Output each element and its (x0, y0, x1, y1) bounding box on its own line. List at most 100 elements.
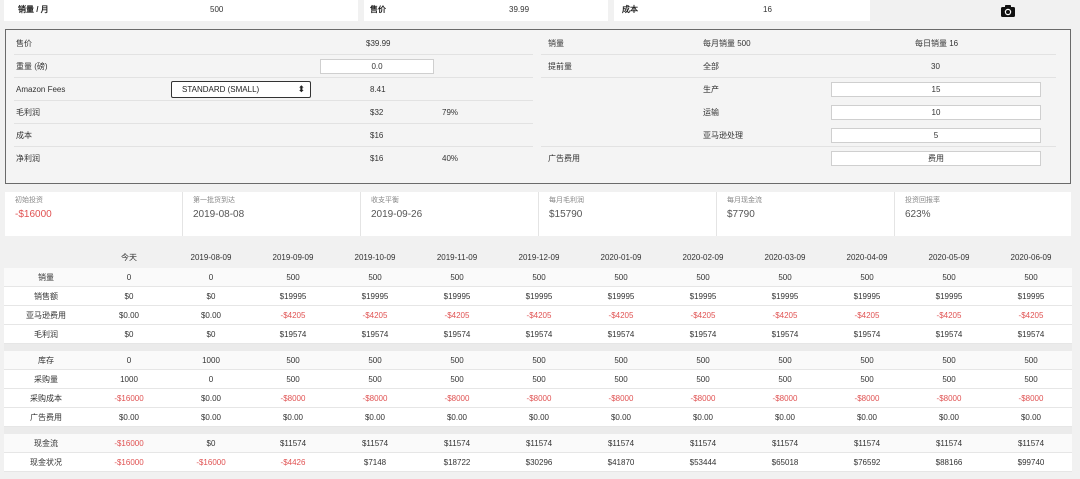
table-cell: 500 (450, 375, 464, 384)
row-price: 售价 $39.99 (14, 32, 533, 55)
row-ad-cost: 广告费用 费用 (541, 147, 1056, 170)
table-cell: -$8000 (690, 394, 716, 403)
cost-value: $16 (370, 131, 384, 140)
table-cell: $0.00 (282, 413, 304, 422)
header-date: 2020-04-09 (846, 253, 888, 262)
card-label: 每月现金流 (727, 197, 762, 204)
settings-panel: 售价 $39.99 重量 (磅) 0.0 Amazon Fees STANDAR… (5, 29, 1071, 184)
amazon-handling-input[interactable]: 5 (831, 128, 1041, 143)
table-cell: 500 (286, 356, 300, 365)
table-row: 库存 0 1000 500 500 500 500 500 500 500 500 500 500 (4, 351, 1072, 370)
shipping-input[interactable]: 10 (831, 105, 1041, 120)
production-input[interactable]: 15 (831, 82, 1041, 97)
table-row: 采购量 1000 0 500 500 500 500 500 500 500 500 500 500 (4, 370, 1072, 389)
header-date: 2020-03-09 (764, 253, 806, 262)
production-label: 生产 (703, 85, 719, 94)
cost-label: 成本 (622, 5, 638, 14)
table-cell: -$4426 (280, 458, 306, 467)
table-cell: $11574 (607, 439, 635, 448)
table-cell: -$4205 (444, 311, 470, 320)
table-cell: -$8000 (772, 394, 798, 403)
table-cell: $53444 (689, 458, 717, 467)
row-amazon-fees: Amazon Fees STANDARD (SMALL) ⬍ 8.41 (14, 78, 533, 101)
table-cell: $0.00 (528, 413, 550, 422)
table-cell: $19574 (1017, 330, 1045, 339)
table-cell: -$4205 (362, 311, 388, 320)
table-cell: $11574 (525, 439, 553, 448)
table-cell: $0 (124, 330, 134, 339)
table-cell: $19574 (689, 330, 717, 339)
header-date: 2019-08-09 (190, 253, 232, 262)
table-cell: $19574 (607, 330, 635, 339)
table-row: 毛利润 $0 $0 $19574 $19574 $19574 $19574 $19574 $19… (4, 325, 1072, 344)
table-cell: $19574 (771, 330, 799, 339)
daily-sales: 每日销量 16 (915, 39, 959, 48)
table-cell: -$4205 (608, 311, 634, 320)
table-cell: $0.00 (446, 413, 468, 422)
table-row: 销售额 $0 $0 $19995 $19995 $19995 $19995 $19995 $19… (4, 287, 1072, 306)
table-row: 采购成本 -$16000 $0.00 -$8000 -$8000 -$8000 -$8000… (4, 389, 1072, 408)
sales-per-month-value: 500 (210, 5, 224, 14)
lead-time-all-value: 30 (931, 62, 940, 71)
weight-input[interactable]: 0.0 (320, 59, 434, 74)
table-cell: $19995 (443, 292, 471, 301)
fee-size-selected: STANDARD (SMALL) (182, 85, 260, 94)
table-cell: 500 (532, 375, 546, 384)
cost-label: 成本 (16, 131, 32, 140)
table-cell: $19995 (607, 292, 635, 301)
table-cell: $11574 (443, 439, 471, 448)
table-cell: $19995 (771, 292, 799, 301)
row-label: 亚马逊费用 (26, 311, 66, 320)
row-amazon-handling: 亚马逊处理 5 (541, 124, 1056, 147)
table-cell: $65018 (771, 458, 799, 467)
table-cell: $19574 (443, 330, 471, 339)
row-label: 现金流 (34, 439, 58, 448)
ad-cost-input[interactable]: 费用 (831, 151, 1041, 166)
table-row: 现金流 -$16000 $0 $11574 $11574 $11574 $11574 $115… (4, 434, 1072, 453)
monthly-sales: 每月销量 500 (703, 39, 751, 48)
table-cell: $0.00 (610, 413, 632, 422)
table-cell: $19574 (935, 330, 963, 339)
table-cell: $0.00 (774, 413, 796, 422)
table-cell: -$4205 (280, 311, 306, 320)
table-cell: 500 (614, 375, 628, 384)
ad-cost-label: 广告费用 (548, 154, 580, 163)
table-cell: $11574 (361, 439, 389, 448)
table-cell: 500 (368, 375, 382, 384)
lead-time-label: 提前量 (548, 62, 572, 71)
net-profit-pct: 40% (442, 154, 459, 163)
camera-icon[interactable] (1000, 4, 1016, 18)
price-label: 售价 (16, 39, 32, 48)
table-cell: -$8000 (1018, 394, 1044, 403)
table-cell: 500 (1024, 273, 1038, 282)
table-cell: 0 (208, 375, 214, 384)
lead-time-all-label: 全部 (703, 62, 719, 71)
fee-size-select[interactable]: STANDARD (SMALL) ⬍ (171, 81, 311, 98)
header-date: 2020-01-09 (600, 253, 642, 262)
table-header: 今天 2019-08-09 2019-09-09 2019-10-09 2019-11-… (4, 249, 1072, 266)
table-row: 广告费用 $0.00 $0.00 $0.00 $0.00 $0.00 $0.00 $0.00 $… (4, 408, 1072, 427)
table-cell: 500 (450, 356, 464, 365)
table-cell: 500 (286, 273, 300, 282)
header-blank (4, 249, 88, 266)
card-monthly-gross: 每月毛利润 $15790 (539, 192, 717, 236)
table-cell: -$4205 (690, 311, 716, 320)
row-label: 库存 (38, 356, 54, 365)
table-cell: 0 (126, 273, 132, 282)
table-row: 现金状况 -$16000 -$16000 -$4426 $7148 $18722 $3029… (4, 453, 1072, 472)
table-cell: -$16000 (114, 458, 144, 467)
table-cell: $0.00 (692, 413, 714, 422)
card-monthly-cashflow: 每月现金流 $7790 (717, 192, 895, 236)
table-cell: $19995 (279, 292, 307, 301)
table-cell: $11574 (853, 439, 881, 448)
group-divider (4, 344, 1072, 351)
table-cell: $0.00 (938, 413, 960, 422)
row-label: 采购量 (34, 375, 58, 384)
table-cell: $0.00 (856, 413, 878, 422)
table-cell: 500 (614, 356, 628, 365)
card-value: 623% (905, 209, 931, 220)
row-shipping: 运输 10 (541, 101, 1056, 124)
row-sales: 销量 每月销量 500 每日销量 16 (541, 32, 1056, 55)
price-value: 39.99 (509, 5, 530, 14)
table-cell: 0 (126, 356, 132, 365)
